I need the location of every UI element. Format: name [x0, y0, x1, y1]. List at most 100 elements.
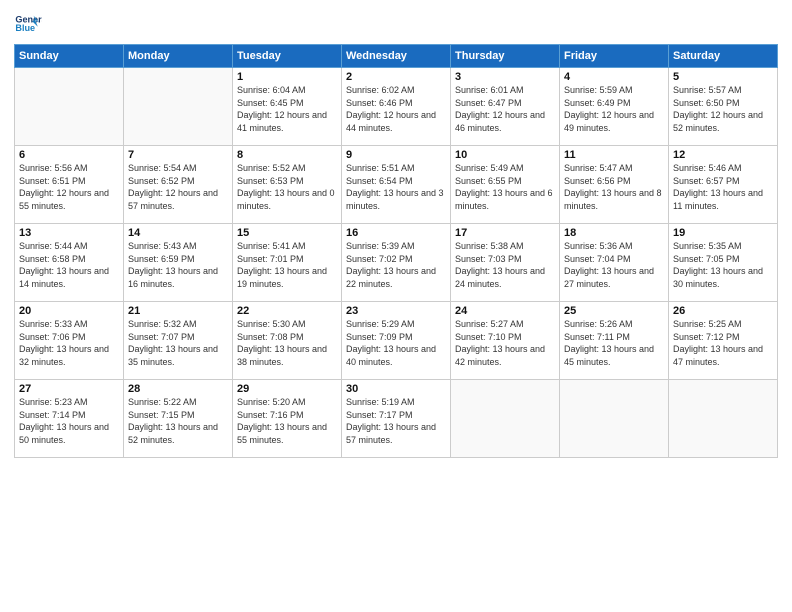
calendar-cell [124, 68, 233, 146]
calendar-cell: 17Sunrise: 5:38 AMSunset: 7:03 PMDayligh… [451, 224, 560, 302]
day-info: Sunrise: 5:27 AMSunset: 7:10 PMDaylight:… [455, 318, 555, 368]
calendar-cell: 1Sunrise: 6:04 AMSunset: 6:45 PMDaylight… [233, 68, 342, 146]
day-info: Sunrise: 5:46 AMSunset: 6:57 PMDaylight:… [673, 162, 773, 212]
day-info: Sunrise: 5:41 AMSunset: 7:01 PMDaylight:… [237, 240, 337, 290]
day-number: 13 [19, 227, 119, 239]
day-number: 23 [346, 305, 446, 317]
day-number: 4 [564, 71, 664, 83]
weekday-header-wednesday: Wednesday [342, 45, 451, 68]
day-info: Sunrise: 5:59 AMSunset: 6:49 PMDaylight:… [564, 84, 664, 134]
calendar-cell: 19Sunrise: 5:35 AMSunset: 7:05 PMDayligh… [669, 224, 778, 302]
weekday-header-friday: Friday [560, 45, 669, 68]
day-info: Sunrise: 5:49 AMSunset: 6:55 PMDaylight:… [455, 162, 555, 212]
day-info: Sunrise: 5:26 AMSunset: 7:11 PMDaylight:… [564, 318, 664, 368]
day-number: 2 [346, 71, 446, 83]
day-number: 16 [346, 227, 446, 239]
day-number: 19 [673, 227, 773, 239]
day-info: Sunrise: 5:23 AMSunset: 7:14 PMDaylight:… [19, 396, 119, 446]
calendar-cell: 2Sunrise: 6:02 AMSunset: 6:46 PMDaylight… [342, 68, 451, 146]
day-number: 18 [564, 227, 664, 239]
calendar-cell: 27Sunrise: 5:23 AMSunset: 7:14 PMDayligh… [15, 380, 124, 458]
svg-text:Blue: Blue [15, 23, 35, 33]
day-info: Sunrise: 6:04 AMSunset: 6:45 PMDaylight:… [237, 84, 337, 134]
logo: General Blue [14, 10, 42, 38]
week-row-3: 20Sunrise: 5:33 AMSunset: 7:06 PMDayligh… [15, 302, 778, 380]
calendar-cell: 10Sunrise: 5:49 AMSunset: 6:55 PMDayligh… [451, 146, 560, 224]
week-row-0: 1Sunrise: 6:04 AMSunset: 6:45 PMDaylight… [15, 68, 778, 146]
day-number: 11 [564, 149, 664, 161]
weekday-header-monday: Monday [124, 45, 233, 68]
day-info: Sunrise: 5:25 AMSunset: 7:12 PMDaylight:… [673, 318, 773, 368]
calendar-cell: 12Sunrise: 5:46 AMSunset: 6:57 PMDayligh… [669, 146, 778, 224]
calendar-cell: 16Sunrise: 5:39 AMSunset: 7:02 PMDayligh… [342, 224, 451, 302]
calendar-cell [669, 380, 778, 458]
day-number: 3 [455, 71, 555, 83]
week-row-1: 6Sunrise: 5:56 AMSunset: 6:51 PMDaylight… [15, 146, 778, 224]
calendar-cell: 25Sunrise: 5:26 AMSunset: 7:11 PMDayligh… [560, 302, 669, 380]
calendar-cell: 7Sunrise: 5:54 AMSunset: 6:52 PMDaylight… [124, 146, 233, 224]
calendar-cell: 8Sunrise: 5:52 AMSunset: 6:53 PMDaylight… [233, 146, 342, 224]
day-number: 15 [237, 227, 337, 239]
day-info: Sunrise: 6:01 AMSunset: 6:47 PMDaylight:… [455, 84, 555, 134]
calendar-cell: 26Sunrise: 5:25 AMSunset: 7:12 PMDayligh… [669, 302, 778, 380]
day-number: 6 [19, 149, 119, 161]
day-info: Sunrise: 5:32 AMSunset: 7:07 PMDaylight:… [128, 318, 228, 368]
calendar-cell: 23Sunrise: 5:29 AMSunset: 7:09 PMDayligh… [342, 302, 451, 380]
day-info: Sunrise: 5:29 AMSunset: 7:09 PMDaylight:… [346, 318, 446, 368]
day-info: Sunrise: 5:19 AMSunset: 7:17 PMDaylight:… [346, 396, 446, 446]
calendar-cell: 14Sunrise: 5:43 AMSunset: 6:59 PMDayligh… [124, 224, 233, 302]
day-info: Sunrise: 5:36 AMSunset: 7:04 PMDaylight:… [564, 240, 664, 290]
calendar-cell: 5Sunrise: 5:57 AMSunset: 6:50 PMDaylight… [669, 68, 778, 146]
day-number: 30 [346, 383, 446, 395]
day-number: 10 [455, 149, 555, 161]
calendar-cell: 9Sunrise: 5:51 AMSunset: 6:54 PMDaylight… [342, 146, 451, 224]
day-number: 22 [237, 305, 337, 317]
calendar-cell [560, 380, 669, 458]
calendar-cell: 29Sunrise: 5:20 AMSunset: 7:16 PMDayligh… [233, 380, 342, 458]
day-number: 26 [673, 305, 773, 317]
day-info: Sunrise: 5:44 AMSunset: 6:58 PMDaylight:… [19, 240, 119, 290]
calendar-cell: 30Sunrise: 5:19 AMSunset: 7:17 PMDayligh… [342, 380, 451, 458]
day-number: 25 [564, 305, 664, 317]
weekday-header-thursday: Thursday [451, 45, 560, 68]
day-info: Sunrise: 5:47 AMSunset: 6:56 PMDaylight:… [564, 162, 664, 212]
calendar-cell: 24Sunrise: 5:27 AMSunset: 7:10 PMDayligh… [451, 302, 560, 380]
day-info: Sunrise: 5:43 AMSunset: 6:59 PMDaylight:… [128, 240, 228, 290]
day-number: 14 [128, 227, 228, 239]
calendar-cell: 3Sunrise: 6:01 AMSunset: 6:47 PMDaylight… [451, 68, 560, 146]
day-info: Sunrise: 5:56 AMSunset: 6:51 PMDaylight:… [19, 162, 119, 212]
day-info: Sunrise: 5:54 AMSunset: 6:52 PMDaylight:… [128, 162, 228, 212]
day-number: 7 [128, 149, 228, 161]
calendar-cell: 6Sunrise: 5:56 AMSunset: 6:51 PMDaylight… [15, 146, 124, 224]
day-info: Sunrise: 5:22 AMSunset: 7:15 PMDaylight:… [128, 396, 228, 446]
day-number: 8 [237, 149, 337, 161]
day-number: 5 [673, 71, 773, 83]
calendar-table: SundayMondayTuesdayWednesdayThursdayFrid… [14, 44, 778, 458]
calendar-cell [451, 380, 560, 458]
calendar-page: General Blue SundayMondayTuesdayWednesda… [0, 0, 792, 612]
calendar-cell: 28Sunrise: 5:22 AMSunset: 7:15 PMDayligh… [124, 380, 233, 458]
logo-icon: General Blue [14, 10, 42, 38]
day-number: 27 [19, 383, 119, 395]
day-number: 12 [673, 149, 773, 161]
day-info: Sunrise: 6:02 AMSunset: 6:46 PMDaylight:… [346, 84, 446, 134]
day-info: Sunrise: 5:51 AMSunset: 6:54 PMDaylight:… [346, 162, 446, 212]
calendar-cell [15, 68, 124, 146]
day-info: Sunrise: 5:57 AMSunset: 6:50 PMDaylight:… [673, 84, 773, 134]
weekday-header-tuesday: Tuesday [233, 45, 342, 68]
week-row-4: 27Sunrise: 5:23 AMSunset: 7:14 PMDayligh… [15, 380, 778, 458]
day-info: Sunrise: 5:38 AMSunset: 7:03 PMDaylight:… [455, 240, 555, 290]
weekday-header-saturday: Saturday [669, 45, 778, 68]
calendar-cell: 22Sunrise: 5:30 AMSunset: 7:08 PMDayligh… [233, 302, 342, 380]
day-number: 17 [455, 227, 555, 239]
weekday-header-sunday: Sunday [15, 45, 124, 68]
calendar-cell: 4Sunrise: 5:59 AMSunset: 6:49 PMDaylight… [560, 68, 669, 146]
calendar-cell: 18Sunrise: 5:36 AMSunset: 7:04 PMDayligh… [560, 224, 669, 302]
day-number: 21 [128, 305, 228, 317]
calendar-cell: 20Sunrise: 5:33 AMSunset: 7:06 PMDayligh… [15, 302, 124, 380]
day-number: 29 [237, 383, 337, 395]
calendar-cell: 21Sunrise: 5:32 AMSunset: 7:07 PMDayligh… [124, 302, 233, 380]
weekday-header-row: SundayMondayTuesdayWednesdayThursdayFrid… [15, 45, 778, 68]
day-info: Sunrise: 5:33 AMSunset: 7:06 PMDaylight:… [19, 318, 119, 368]
day-info: Sunrise: 5:52 AMSunset: 6:53 PMDaylight:… [237, 162, 337, 212]
